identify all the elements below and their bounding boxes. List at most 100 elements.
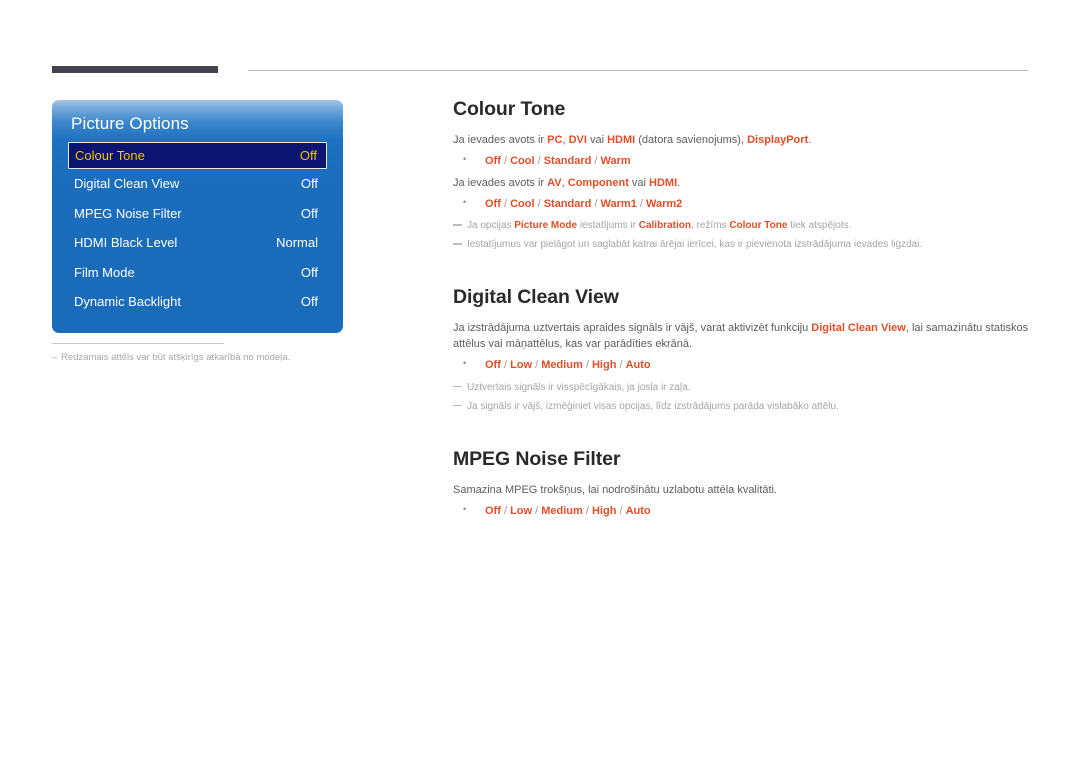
term-digital-clean-view: Digital Clean View <box>811 322 906 335</box>
osd-row-label: Digital Clean View <box>74 176 180 192</box>
text-fragment: Ja ievades avots ir <box>453 176 548 189</box>
osd-row-digital-clean-view[interactable]: Digital Clean View Off <box>52 169 343 199</box>
option-medium: Medium <box>541 505 583 518</box>
text-fragment: iestatījums ir <box>577 220 639 232</box>
osd-row-label: Dynamic Backlight <box>74 294 181 310</box>
option-high: High <box>591 359 617 372</box>
osd-illustration: Picture Options Colour Tone Off Digital … <box>52 100 343 363</box>
option-low: Low <box>510 505 533 518</box>
term-av: AV <box>547 176 562 189</box>
digital-clean-view-note-2: Ja signāls ir vājš, izmēģiniet visas opc… <box>453 399 1031 414</box>
option-medium: Medium <box>541 359 583 372</box>
option-cool: Cool <box>510 155 535 168</box>
section-heading-colour-tone: Colour Tone <box>453 98 566 120</box>
section-heading-mpeg-noise-filter: MPEG Noise Filter <box>453 447 621 470</box>
text-fragment: vai <box>628 176 650 189</box>
text-fragment: Ja ievades avots ir <box>453 134 548 147</box>
section-heading-digital-clean-view: Digital Clean View <box>453 286 619 309</box>
colour-tone-note-1: Ja opcijas Picture Mode iestatījums ir C… <box>453 218 1031 233</box>
text-fragment: . <box>808 134 812 147</box>
term-hdmi: HDMI <box>649 176 678 189</box>
digital-clean-view-options: Off / Low / Medium / High / Auto <box>453 357 1031 373</box>
option-warm: Warm <box>600 155 631 168</box>
osd-row-film-mode[interactable]: Film Mode Off <box>52 258 343 288</box>
osd-row-value: Off <box>300 176 318 192</box>
osd-row-value: Off <box>300 264 318 280</box>
osd-footnote-dash: – <box>52 352 58 363</box>
colour-tone-options-pc: Off / Cool / Standard / Warm <box>453 153 1031 169</box>
mpeg-noise-filter-options: Off / Low / Medium / High / Auto <box>453 503 1031 519</box>
term-dvi: DVI <box>568 134 587 147</box>
osd-row-label: Colour Tone <box>75 148 145 163</box>
option-separator: / <box>582 505 592 518</box>
option-off: Off <box>485 197 501 210</box>
text-fragment: , režīms <box>690 220 730 232</box>
option-separator: / <box>500 197 511 210</box>
term-pc: PC <box>547 134 563 147</box>
term-colour-tone: Colour Tone <box>729 220 788 232</box>
term-picture-mode: Picture Mode <box>514 220 578 232</box>
option-warm1: Warm1 <box>600 197 637 210</box>
digital-clean-view-paragraph: Ja izstrādājuma uztvertais apraides sign… <box>453 321 1031 353</box>
osd-row-value: Off <box>300 205 318 221</box>
osd-row-label: Film Mode <box>74 264 135 280</box>
colour-tone-options-av: Off / Cool / Standard / Warm1 / Warm2 <box>453 196 1031 212</box>
colour-tone-note-2: Iestatījumus var pielāgot un saglabāt ka… <box>453 237 1031 252</box>
osd-row-hdmi-black-level[interactable]: HDMI Black Level Normal <box>52 228 343 258</box>
text-fragment: vai <box>586 134 608 147</box>
option-separator: / <box>636 197 646 210</box>
osd-footnote-divider <box>52 343 224 344</box>
option-separator: / <box>582 359 592 372</box>
text-fragment: (datora savienojums), <box>635 134 748 147</box>
osd-menu-list: Colour Tone Off Digital Clean View Off M… <box>52 142 343 317</box>
option-separator: / <box>534 197 544 210</box>
osd-row-colour-tone[interactable]: Colour Tone Off <box>68 142 327 169</box>
panel-title: Picture Options <box>71 114 189 133</box>
header-accent-bar <box>52 66 218 73</box>
osd-row-dynamic-backlight[interactable]: Dynamic Backlight Off <box>52 287 343 317</box>
option-off: Off <box>485 505 501 518</box>
text-fragment: tiek atspējots. <box>787 220 852 232</box>
option-separator: / <box>532 505 542 518</box>
option-separator: / <box>616 359 626 372</box>
osd-row-label: MPEG Noise Filter <box>74 205 182 221</box>
option-separator: / <box>616 505 626 518</box>
text-fragment: Ja opcijas <box>467 220 515 232</box>
text-fragment: Ja izstrādājuma uztvertais apraides sign… <box>453 322 812 335</box>
term-component: Component <box>567 176 629 189</box>
option-cool: Cool <box>510 197 535 210</box>
option-low: Low <box>510 359 533 372</box>
osd-footnote: – Redzamais attēls var būt atšķirīgs atka… <box>52 352 352 363</box>
option-standard: Standard <box>543 155 592 168</box>
colour-tone-paragraph-2: Ja ievades avots ir AV, Component vai HD… <box>453 176 1031 192</box>
osd-row-mpeg-noise-filter[interactable]: MPEG Noise Filter Off <box>52 199 343 229</box>
option-warm2: Warm2 <box>646 197 683 210</box>
digital-clean-view-note-1: Uztvertais signāls ir visspēcīgākais, ja… <box>453 380 1031 395</box>
option-auto: Auto <box>625 505 651 518</box>
documentation-body: Colour Tone Ja ievades avots ir PC, DVI … <box>453 98 1031 525</box>
option-separator: / <box>500 359 511 372</box>
option-off: Off <box>485 155 501 168</box>
osd-row-value: Normal <box>276 235 318 251</box>
header-divider-line <box>248 70 1028 71</box>
option-separator: / <box>500 505 511 518</box>
picture-options-panel: Picture Options Colour Tone Off Digital … <box>52 100 343 333</box>
option-standard: Standard <box>543 197 592 210</box>
page-header <box>0 0 1080 90</box>
option-off: Off <box>485 359 501 372</box>
option-separator: / <box>500 155 511 168</box>
osd-footnote-text: Redzamais attēls var būt atšķirīgs atkar… <box>61 352 291 363</box>
option-separator: / <box>591 155 601 168</box>
osd-row-value: Off <box>300 294 318 310</box>
term-calibration: Calibration <box>638 220 691 232</box>
osd-row-value: Off <box>299 148 317 163</box>
text-fragment: . <box>677 176 681 189</box>
term-displayport: DisplayPort <box>747 134 809 147</box>
option-separator: / <box>534 155 544 168</box>
osd-row-label: HDMI Black Level <box>74 235 178 251</box>
colour-tone-paragraph-1: Ja ievades avots ir PC, DVI vai HDMI (da… <box>453 133 1031 149</box>
option-separator: / <box>591 197 601 210</box>
option-separator: / <box>532 359 542 372</box>
option-auto: Auto <box>625 359 651 372</box>
option-high: High <box>591 505 617 518</box>
